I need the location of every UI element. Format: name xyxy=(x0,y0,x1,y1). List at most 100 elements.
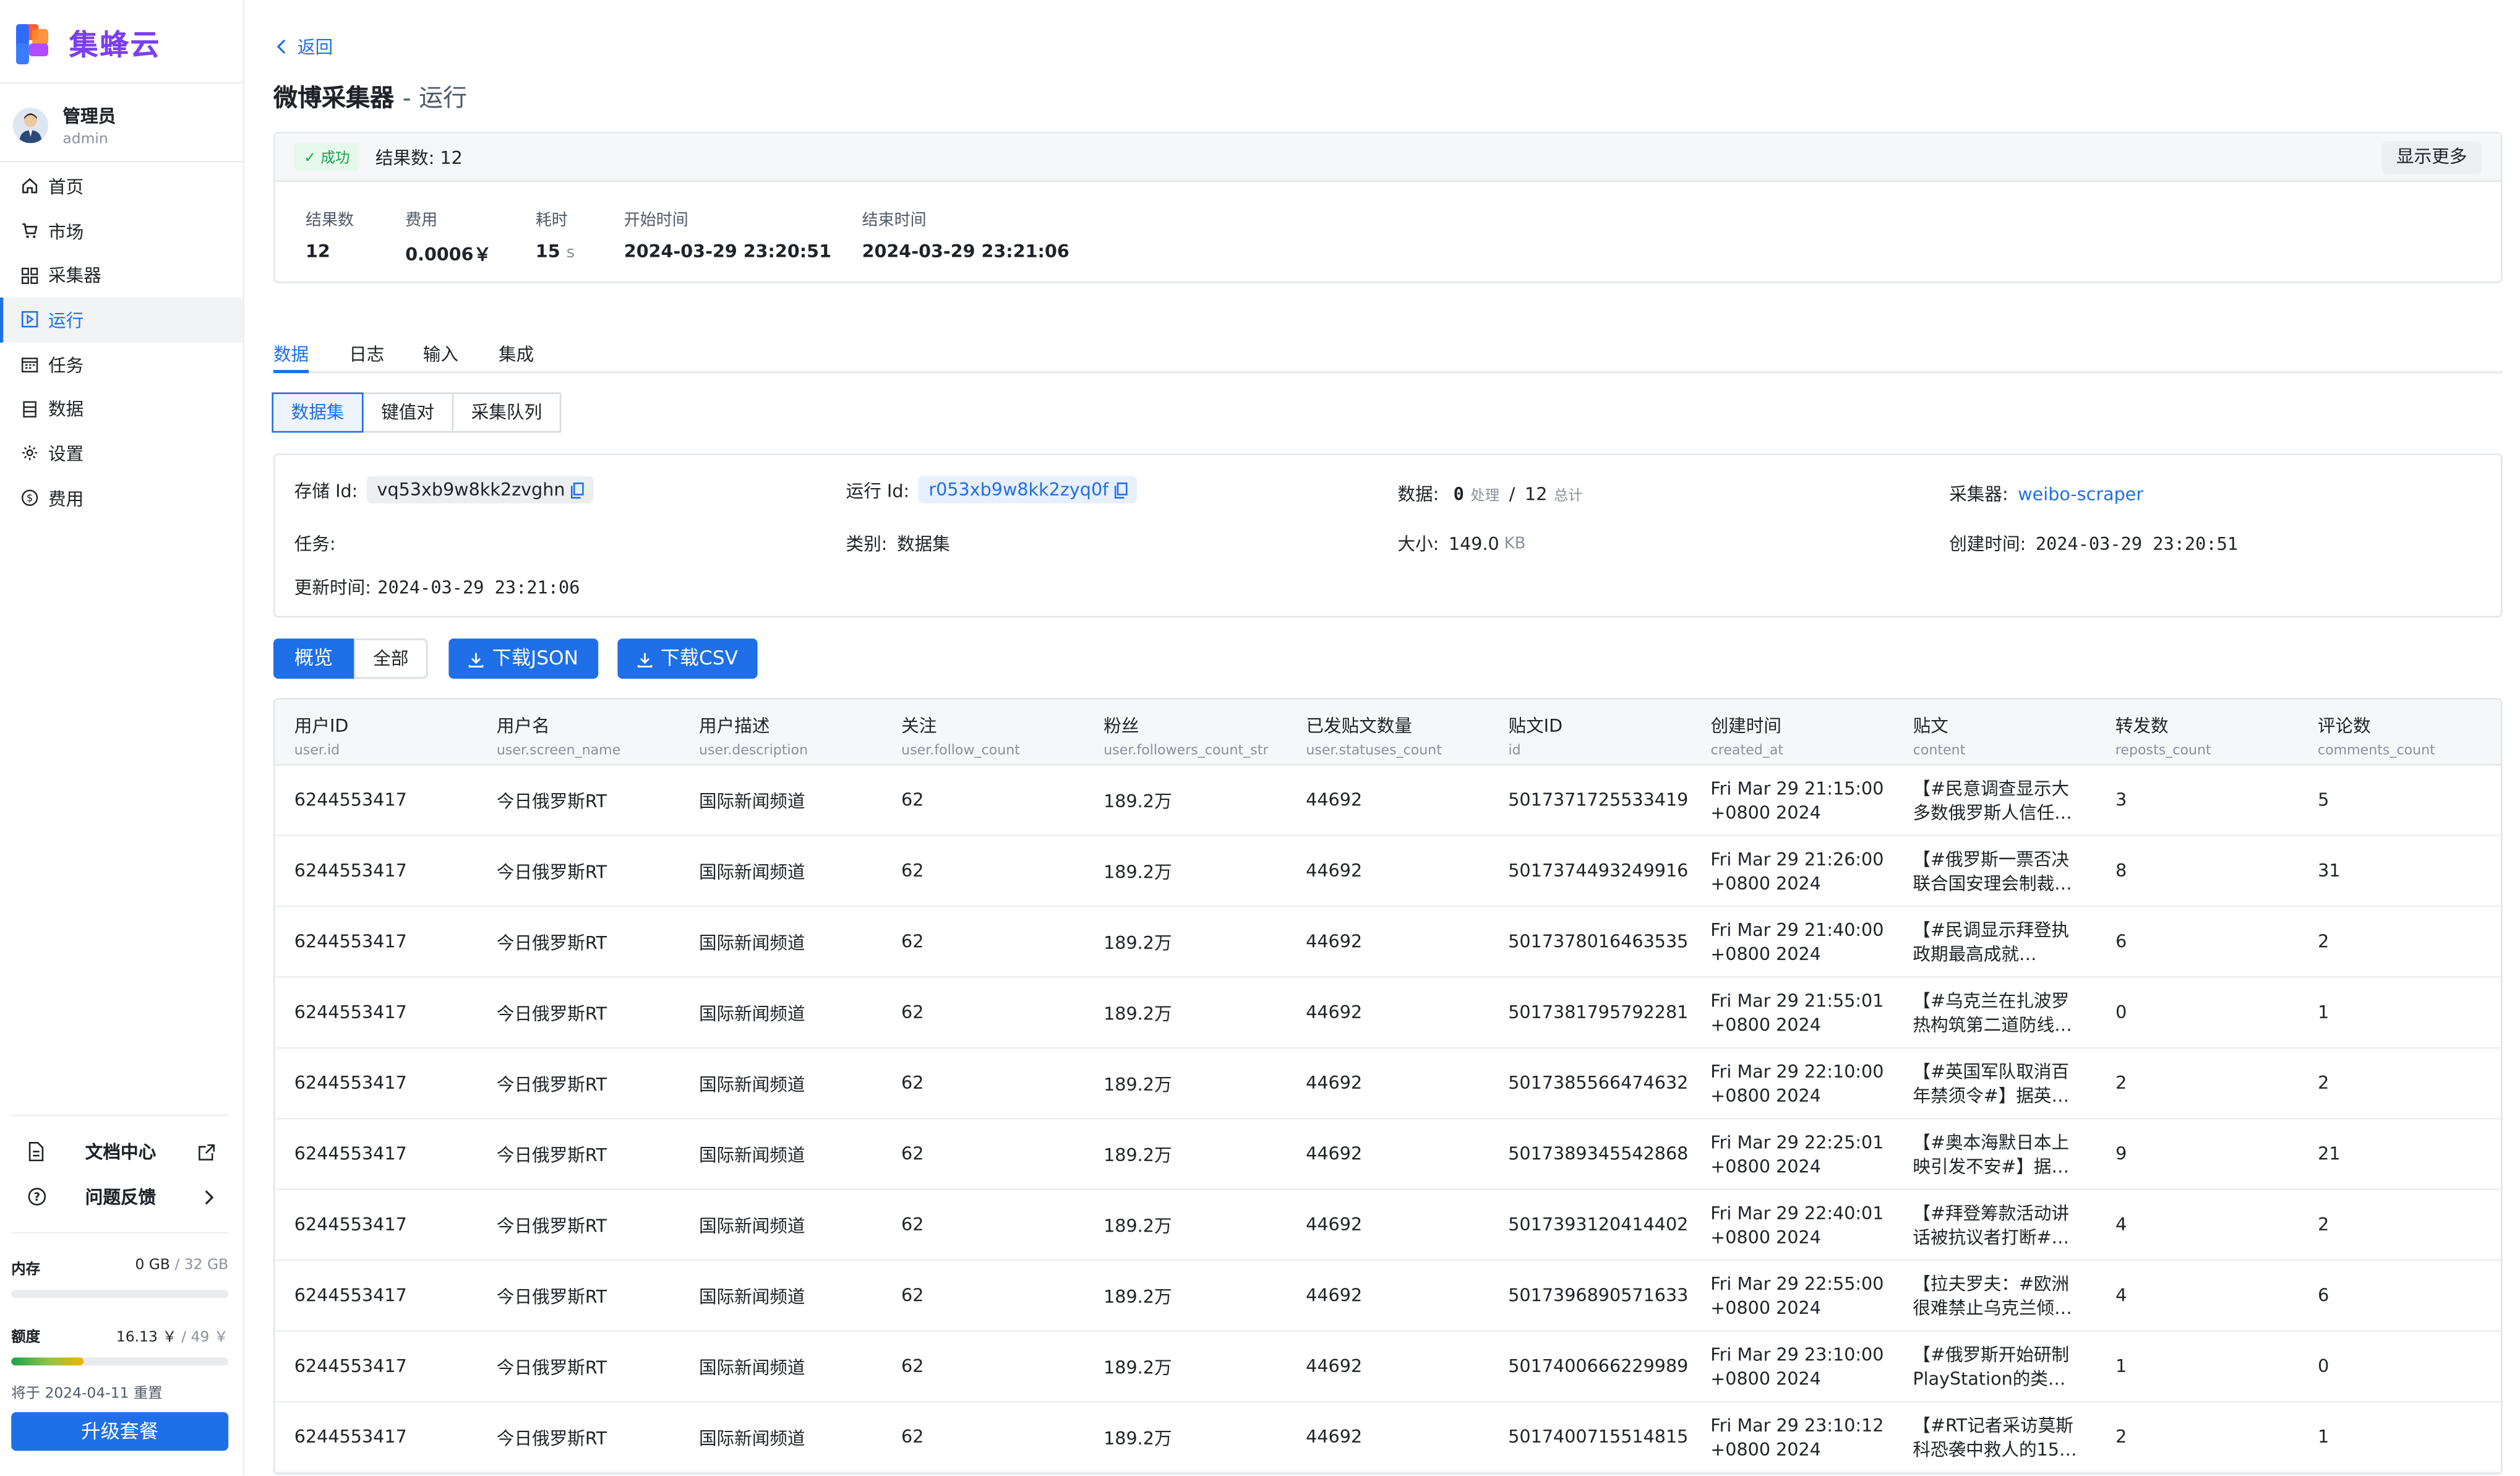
sidebar-item-settings[interactable]: 设置 xyxy=(0,431,243,476)
user-id-cell: 6244553417 xyxy=(294,1143,407,1165)
tab-logs[interactable]: 日志 xyxy=(349,341,384,373)
column-header[interactable]: 创建时间 created_at xyxy=(1691,700,1893,764)
divider xyxy=(11,1232,229,1234)
svg-text:$: $ xyxy=(27,492,33,504)
size-value: 149.0 xyxy=(1448,533,1499,554)
created-at-cell: Fri Mar 29 21:26:00 +0800 2024 xyxy=(1710,848,1884,894)
run-summary-card: ✓ 成功 结果数: 12 显示更多 结果数 12 费用 0.0006￥ 耗时 1… xyxy=(273,132,2503,283)
storage-id-chip[interactable]: vq53xb9w8kk2zvghn xyxy=(367,476,594,504)
table-row[interactable]: 6244553417 今日俄罗斯RT 国际新闻频道 62 189.2万 44692 5017… xyxy=(275,1120,2501,1190)
external-link-icon xyxy=(198,1143,216,1161)
subtab-kv-store[interactable]: 键值对 xyxy=(362,392,454,433)
table-row[interactable]: 6244553417 今日俄罗斯RT 国际新闻频道 62 189.2万 44692 5017… xyxy=(275,978,2501,1049)
table-row[interactable]: 6244553417 今日俄罗斯RT 国际新闻频道 62 189.2万 44692 5017… xyxy=(275,907,2501,978)
content-cell: 【拉夫罗夫：#欧洲很难禁止乌克兰倾销谷物#】 xyxy=(1913,1272,2072,1318)
download-json-button[interactable]: 下载JSON xyxy=(448,638,598,679)
content-cell: 【#乌克兰在扎波罗热构筑第二道防线#】据卫星图像 xyxy=(1913,990,2078,1036)
size: 大小: 149.0 KB xyxy=(1397,531,1525,557)
sidebar-item-label: 首页 xyxy=(48,176,84,198)
description-cell: 国际新闻频道 xyxy=(698,861,805,883)
stat-value: 15 xyxy=(535,241,560,262)
table-row[interactable]: 6244553417 今日俄罗斯RT 国际新闻频道 62 189.2万 44692 5017… xyxy=(275,1332,2501,1403)
dollar-icon: $ xyxy=(21,489,39,507)
copy-icon[interactable] xyxy=(1115,481,1128,498)
user-id-cell: 6244553417 xyxy=(294,1285,407,1307)
feedback-link[interactable]: ? 问题反馈 xyxy=(11,1174,228,1219)
column-header[interactable]: 已发贴文数量 user.statuses_count xyxy=(1287,700,1489,764)
table-row[interactable]: 6244553417 今日俄罗斯RT 国际新闻频道 62 189.2万 44692 5017… xyxy=(275,1190,2501,1261)
post-id-cell: 5017371725533419 xyxy=(1508,789,1689,811)
page-title-main: 微博采集器 xyxy=(273,84,395,113)
tab-data[interactable]: 数据 xyxy=(273,341,309,374)
created-at-cell: Fri Mar 29 21:15:00 +0800 2024 xyxy=(1710,778,1884,823)
column-header[interactable]: 用户描述 user.description xyxy=(680,700,882,764)
table-row[interactable]: 6244553417 今日俄罗斯RT 国际新闻频道 62 189.2万 44692 5017… xyxy=(275,836,2501,907)
user-profile[interactable]: 管理员 admin xyxy=(12,103,116,148)
home-icon xyxy=(21,178,39,195)
follow-count-cell: 62 xyxy=(901,1427,924,1448)
table-header: 用户ID user.id 用户名 user.screen_name 用户描述 user… xyxy=(275,700,2501,766)
sidebar-item-data[interactable]: 数据 xyxy=(0,387,243,431)
column-title: 用户描述 xyxy=(699,716,770,737)
copy-icon[interactable] xyxy=(571,481,585,498)
column-header[interactable]: 评论数 comments_count xyxy=(2299,700,2501,764)
column-header[interactable]: 粉丝 user.followers_count_str xyxy=(1084,700,1287,764)
column-header[interactable]: 用户名 user.screen_name xyxy=(478,700,680,764)
app-logo[interactable]: 集蜂云 xyxy=(16,22,161,64)
column-title: 转发数 xyxy=(2115,716,2169,737)
overview-button[interactable]: 概览 xyxy=(273,638,354,679)
column-key: user.description xyxy=(699,743,808,760)
show-more-button[interactable]: 显示更多 xyxy=(2381,141,2482,174)
sidebar-item-tasks[interactable]: 任务 xyxy=(0,342,243,387)
tab-input[interactable]: 输入 xyxy=(423,341,458,373)
subtab-request-queue[interactable]: 采集队列 xyxy=(452,392,562,433)
category-label: 类别: xyxy=(846,534,888,555)
updated-label: 更新时间: xyxy=(294,577,371,599)
separator: / xyxy=(1509,483,1515,505)
table-row[interactable]: 6244553417 今日俄罗斯RT 国际新闻频道 62 189.2万 44692 5017… xyxy=(275,1261,2501,1332)
table-row[interactable]: 6244553417 今日俄罗斯RT 国际新闻频道 62 189.2万 44692 5017… xyxy=(275,766,2501,836)
collector-link[interactable]: weibo-scraper xyxy=(2018,483,2143,504)
status-text: 成功 xyxy=(320,151,350,168)
run-id-label: 运行 Id: xyxy=(846,480,910,501)
sidebar-item-runs[interactable]: 运行 xyxy=(0,298,243,343)
user-id-cell: 6244553417 xyxy=(294,931,407,953)
back-link[interactable]: 返回 xyxy=(276,34,333,60)
all-button[interactable]: 全部 xyxy=(354,638,428,679)
stat-unit: s xyxy=(566,244,575,262)
data-count-label: 数据: xyxy=(1397,484,1439,505)
quota-total: / 49 ￥ xyxy=(181,1330,229,1347)
tab-integration[interactable]: 集成 xyxy=(499,341,534,373)
column-header[interactable]: 转发数 reposts_count xyxy=(2096,700,2299,764)
description-cell: 国际新闻频道 xyxy=(698,790,805,812)
dataset-info-card: 存储 Id: vq53xb9w8kk2zvghn 运行 Id: r053xb9w… xyxy=(273,453,2503,618)
comments-cell: 1 xyxy=(2318,1002,2329,1023)
sidebar-item-label: 任务 xyxy=(48,354,84,376)
sidebar-item-collector[interactable]: 采集器 xyxy=(0,253,243,298)
main-content: 返回 微博采集器 - 运行 ✓ 成功 结果数: 12 显示更多 结果数 12 费… xyxy=(244,0,2520,1475)
run-id-value: r053xb9w8kk2zyq0f xyxy=(928,479,1109,500)
post-id-cell: 5017381795792281 xyxy=(1508,1002,1689,1023)
screen-name-cell: 今日俄罗斯RT xyxy=(496,1144,607,1165)
column-header[interactable]: 用户ID user.id xyxy=(275,700,478,764)
comments-cell: 2 xyxy=(2318,931,2329,953)
upgrade-button[interactable]: 升级套餐 xyxy=(11,1412,229,1451)
sidebar-item-billing[interactable]: $ 费用 xyxy=(0,476,243,520)
column-header[interactable]: 贴文ID id xyxy=(1489,700,1691,764)
run-id-chip[interactable]: r053xb9w8kk2zyq0f xyxy=(919,476,1138,504)
stat-label: 耗时 xyxy=(535,212,568,230)
sidebar-item-home[interactable]: 首页 xyxy=(0,164,243,208)
table-row[interactable]: 6244553417 今日俄罗斯RT 国际新闻频道 62 189.2万 44692 5017… xyxy=(275,1402,2501,1474)
column-header[interactable]: 关注 user.follow_count xyxy=(882,700,1084,764)
column-key: created_at xyxy=(1710,743,1784,760)
created-label: 创建时间: xyxy=(1949,534,2026,555)
column-header[interactable]: 贴文 content xyxy=(1894,700,2096,764)
docs-link[interactable]: 文档中心 xyxy=(11,1129,228,1174)
subtab-dataset[interactable]: 数据集 xyxy=(272,392,364,433)
collector: 采集器: weibo-scraper xyxy=(1949,481,2143,507)
table-row[interactable]: 6244553417 今日俄罗斯RT 国际新闻频道 62 189.2万 44692 5017… xyxy=(275,1049,2501,1120)
screen-name-cell: 今日俄罗斯RT xyxy=(496,1285,607,1307)
sidebar-item-market[interactable]: 市场 xyxy=(0,208,243,253)
reposts-cell: 1 xyxy=(2115,1355,2127,1377)
download-csv-button[interactable]: 下载CSV xyxy=(617,638,758,679)
